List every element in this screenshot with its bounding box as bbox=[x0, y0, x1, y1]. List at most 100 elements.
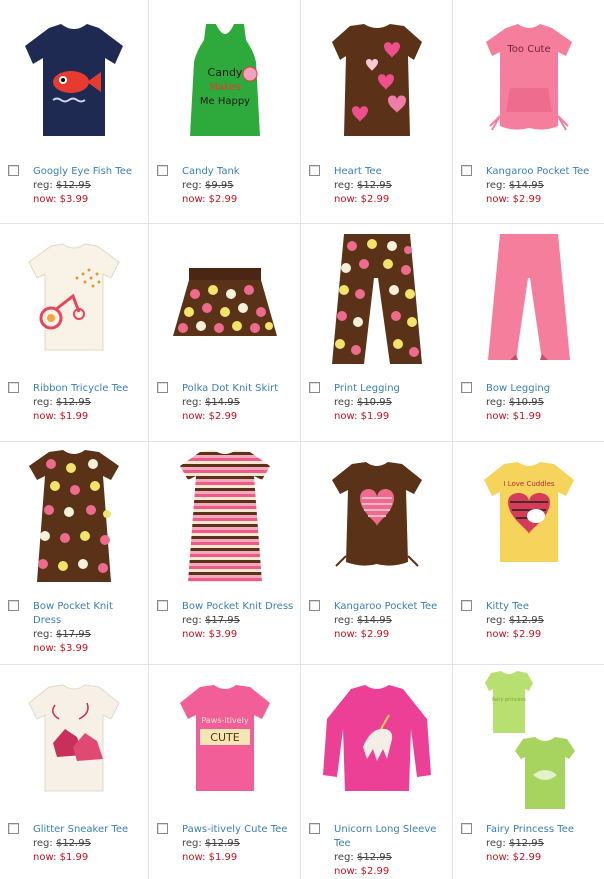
regular-price: reg: $12.95 bbox=[334, 852, 392, 863]
sale-price: now: $2.99 bbox=[182, 194, 238, 205]
product-card: Unicorn Long Sleeve Tee reg: $12.95 now:… bbox=[301, 665, 453, 879]
product-name-link[interactable]: Polka Dot Knit Skirt bbox=[182, 382, 294, 396]
product-name-link[interactable]: Heart Tee bbox=[334, 165, 446, 179]
bow-legging-icon bbox=[487, 234, 570, 360]
product-image[interactable]: Paws-itively CUTE bbox=[149, 665, 300, 815]
sale-price: now: $3.99 bbox=[33, 194, 89, 205]
regular-price: reg: $10.95 bbox=[486, 397, 544, 408]
sale-price: now: $1.99 bbox=[334, 411, 390, 422]
compare-checkbox[interactable] bbox=[461, 600, 472, 611]
regular-price: reg: $12.95 bbox=[486, 615, 544, 626]
product-image[interactable] bbox=[149, 224, 300, 374]
product-name-link[interactable]: Glitter Sneaker Tee bbox=[33, 823, 142, 837]
product-card: Print Legging reg: $10.95 now: $1.99 bbox=[301, 224, 453, 442]
paws-cute-tee-icon: Paws-itively CUTE bbox=[179, 685, 270, 791]
regular-price: reg: $12.95 bbox=[33, 180, 91, 191]
product-name-link[interactable]: Kitty Tee bbox=[486, 600, 598, 614]
product-image[interactable] bbox=[0, 442, 148, 592]
compare-checkbox[interactable] bbox=[8, 165, 19, 176]
sale-price: now: $3.99 bbox=[33, 643, 89, 654]
compare-checkbox[interactable] bbox=[309, 600, 320, 611]
product-card: Googly Eye Fish Tee reg: $12.95 now: $3.… bbox=[0, 0, 149, 224]
svg-text:Candy: Candy bbox=[207, 66, 242, 79]
sale-price: now: $2.99 bbox=[486, 194, 542, 205]
heart-pocket-tee-icon bbox=[331, 462, 422, 567]
compare-checkbox[interactable] bbox=[461, 382, 472, 393]
heart-tee-icon bbox=[331, 24, 422, 136]
sale-price: now: $1.99 bbox=[182, 852, 238, 863]
product-card: Bow Pocket Knit Dress reg: $17.95 now: $… bbox=[0, 442, 149, 665]
regular-price: reg: $12.95 bbox=[33, 397, 91, 408]
product-name-link[interactable]: Paws-itively Cute Tee bbox=[182, 823, 294, 837]
product-name-link[interactable]: Unicorn Long Sleeve Tee bbox=[334, 823, 446, 851]
sale-price: now: $1.99 bbox=[33, 411, 89, 422]
sale-price: now: $3.99 bbox=[182, 629, 238, 640]
product-card: Ribbon Tricycle Tee reg: $12.95 now: $1.… bbox=[0, 224, 149, 442]
product-image[interactable] bbox=[301, 665, 452, 815]
candy-tank-icon: Candy Makes Me Happy bbox=[189, 24, 260, 136]
product-image[interactable] bbox=[0, 224, 148, 374]
compare-checkbox[interactable] bbox=[309, 165, 320, 176]
sale-price: now: $2.99 bbox=[182, 411, 238, 422]
product-image[interactable] bbox=[0, 665, 148, 815]
product-card: Bow Legging reg: $10.95 now: $1.99 bbox=[453, 224, 604, 442]
compare-checkbox[interactable] bbox=[157, 600, 168, 611]
sale-price: now: $2.99 bbox=[486, 852, 542, 863]
svg-text:I Love Cuddles: I Love Cuddles bbox=[503, 480, 554, 488]
compare-checkbox[interactable] bbox=[157, 165, 168, 176]
compare-checkbox[interactable] bbox=[309, 382, 320, 393]
kangaroo-pocket-tee-icon: Too Cute bbox=[485, 24, 572, 131]
striped-dress-icon bbox=[179, 450, 270, 582]
product-name-link[interactable]: Bow Pocket Knit Dress bbox=[182, 600, 294, 614]
product-image[interactable] bbox=[149, 442, 300, 592]
product-image[interactable] bbox=[301, 224, 452, 374]
sale-price: now: $2.99 bbox=[334, 866, 390, 877]
regular-price: reg: $17.95 bbox=[182, 615, 240, 626]
product-name-link[interactable]: Bow Pocket Knit Dress bbox=[33, 600, 142, 628]
product-name-link[interactable]: Bow Legging bbox=[486, 382, 598, 396]
product-name-link[interactable]: Googly Eye Fish Tee bbox=[33, 165, 142, 179]
product-image[interactable]: Candy Makes Me Happy bbox=[149, 0, 300, 150]
compare-checkbox[interactable] bbox=[157, 823, 168, 834]
compare-checkbox[interactable] bbox=[309, 823, 320, 834]
unicorn-tee-icon bbox=[322, 685, 431, 791]
regular-price: reg: $14.95 bbox=[182, 397, 240, 408]
regular-price: reg: $17.95 bbox=[33, 629, 91, 640]
product-card: Heart Tee reg: $12.95 now: $2.99 bbox=[301, 0, 453, 224]
product-card: Paws-itively CUTE Paws-itively Cute Tee … bbox=[149, 665, 301, 879]
product-image[interactable]: I Love Cuddles bbox=[453, 442, 604, 592]
compare-checkbox[interactable] bbox=[8, 382, 19, 393]
regular-price: reg: $10.95 bbox=[334, 397, 392, 408]
product-name-link[interactable]: Ribbon Tricycle Tee bbox=[33, 382, 142, 396]
product-image[interactable]: Too Cute bbox=[453, 0, 604, 150]
fish-tee-icon bbox=[25, 24, 123, 136]
product-card: I Love Cuddles Kitty Tee reg: $12.95 now… bbox=[453, 442, 604, 665]
svg-text:Makes: Makes bbox=[209, 82, 241, 93]
product-name-link[interactable]: Kangaroo Pocket Tee bbox=[486, 165, 598, 179]
svg-text:fairy princess: fairy princess bbox=[492, 697, 526, 703]
compare-checkbox[interactable] bbox=[461, 165, 472, 176]
product-image[interactable] bbox=[453, 224, 604, 374]
compare-checkbox[interactable] bbox=[8, 823, 19, 834]
regular-price: reg: $12.95 bbox=[33, 838, 91, 849]
compare-checkbox[interactable] bbox=[8, 600, 19, 611]
svg-text:Me Happy: Me Happy bbox=[199, 96, 249, 107]
polka-legging-icon bbox=[331, 234, 422, 364]
svg-text:CUTE: CUTE bbox=[210, 731, 239, 744]
product-card: fairy princess Fairy Princess Tee reg: $… bbox=[453, 665, 604, 879]
product-name-link[interactable]: Print Legging bbox=[334, 382, 446, 396]
compare-checkbox[interactable] bbox=[461, 823, 472, 834]
regular-price: reg: $9.95 bbox=[182, 180, 234, 191]
product-name-link[interactable]: Fairy Princess Tee bbox=[486, 823, 598, 837]
product-image[interactable] bbox=[0, 0, 148, 150]
product-name-link[interactable]: Kangaroo Pocket Tee bbox=[334, 600, 446, 614]
product-name-link[interactable]: Candy Tank bbox=[182, 165, 294, 179]
product-card: Glitter Sneaker Tee reg: $12.95 now: $1.… bbox=[0, 665, 149, 879]
product-image[interactable] bbox=[301, 0, 452, 150]
product-card: Bow Pocket Knit Dress reg: $17.95 now: $… bbox=[149, 442, 301, 665]
regular-price: reg: $12.95 bbox=[182, 838, 240, 849]
compare-checkbox[interactable] bbox=[157, 382, 168, 393]
product-image[interactable]: fairy princess bbox=[453, 665, 604, 815]
sneaker-tee-icon bbox=[28, 684, 120, 792]
product-image[interactable] bbox=[301, 442, 452, 592]
